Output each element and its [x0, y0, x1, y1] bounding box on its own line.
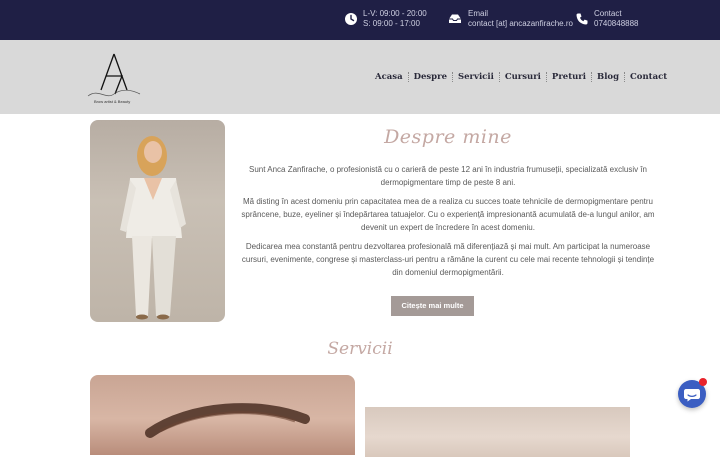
nav-servicii[interactable]: Servicii	[453, 72, 499, 82]
email-label: Email	[468, 9, 489, 18]
service-image-brows[interactable]	[90, 375, 355, 455]
logo[interactable]	[84, 50, 144, 106]
nav-preturi[interactable]: Preturi	[547, 72, 591, 82]
clock-icon	[345, 13, 357, 25]
phone-info[interactable]: Contact 0740848888	[575, 9, 639, 29]
email-icon	[449, 14, 461, 23]
about-paragraph-3: Dedicarea mea constantă pentru dezvoltar…	[241, 242, 655, 277]
read-more-button[interactable]: Citește mai multe	[391, 296, 474, 316]
about-title: Despre mine	[384, 126, 512, 148]
email-link[interactable]: contact [at] ancazanfirache.ro	[468, 19, 573, 29]
top-bar: L-V: 09:00 - 20:00 S: 09:00 - 17:00 Emai…	[0, 0, 720, 40]
logo-caption: Brow artist & Beauty	[94, 99, 131, 104]
phone-icon	[576, 13, 588, 25]
site-header: Brow artist & Beauty Acasa Despre Servic…	[0, 40, 720, 114]
about-text: Sunt Anca Zanfirache, o profesionistă cu…	[236, 163, 660, 285]
nav-contact[interactable]: Contact	[625, 72, 672, 82]
notification-badge	[699, 378, 707, 386]
email-info[interactable]: Email contact [at] ancazanfirache.ro	[447, 9, 573, 29]
phone-link[interactable]: 0740848888	[594, 19, 639, 29]
about-paragraph-1: Sunt Anca Zanfirache, o profesionistă cu…	[249, 165, 647, 187]
about-paragraph-2: Mă disting în acest domeniu prin capacit…	[241, 197, 655, 232]
main-nav: Acasa Despre Servicii Cursuri Preturi Bl…	[370, 72, 672, 82]
nav-acasa[interactable]: Acasa	[370, 72, 408, 82]
nav-despre[interactable]: Despre	[409, 72, 452, 82]
nav-cursuri[interactable]: Cursuri	[500, 72, 546, 82]
hours-info: L-V: 09:00 - 20:00 S: 09:00 - 17:00	[344, 9, 427, 29]
hours-line-2: S: 09:00 - 17:00	[363, 19, 420, 28]
nav-blog[interactable]: Blog	[592, 72, 624, 82]
contact-label: Contact	[594, 9, 622, 18]
services-title: Servicii	[327, 339, 393, 359]
portrait-image	[90, 120, 225, 322]
hours-line-1: L-V: 09:00 - 20:00	[363, 9, 427, 18]
